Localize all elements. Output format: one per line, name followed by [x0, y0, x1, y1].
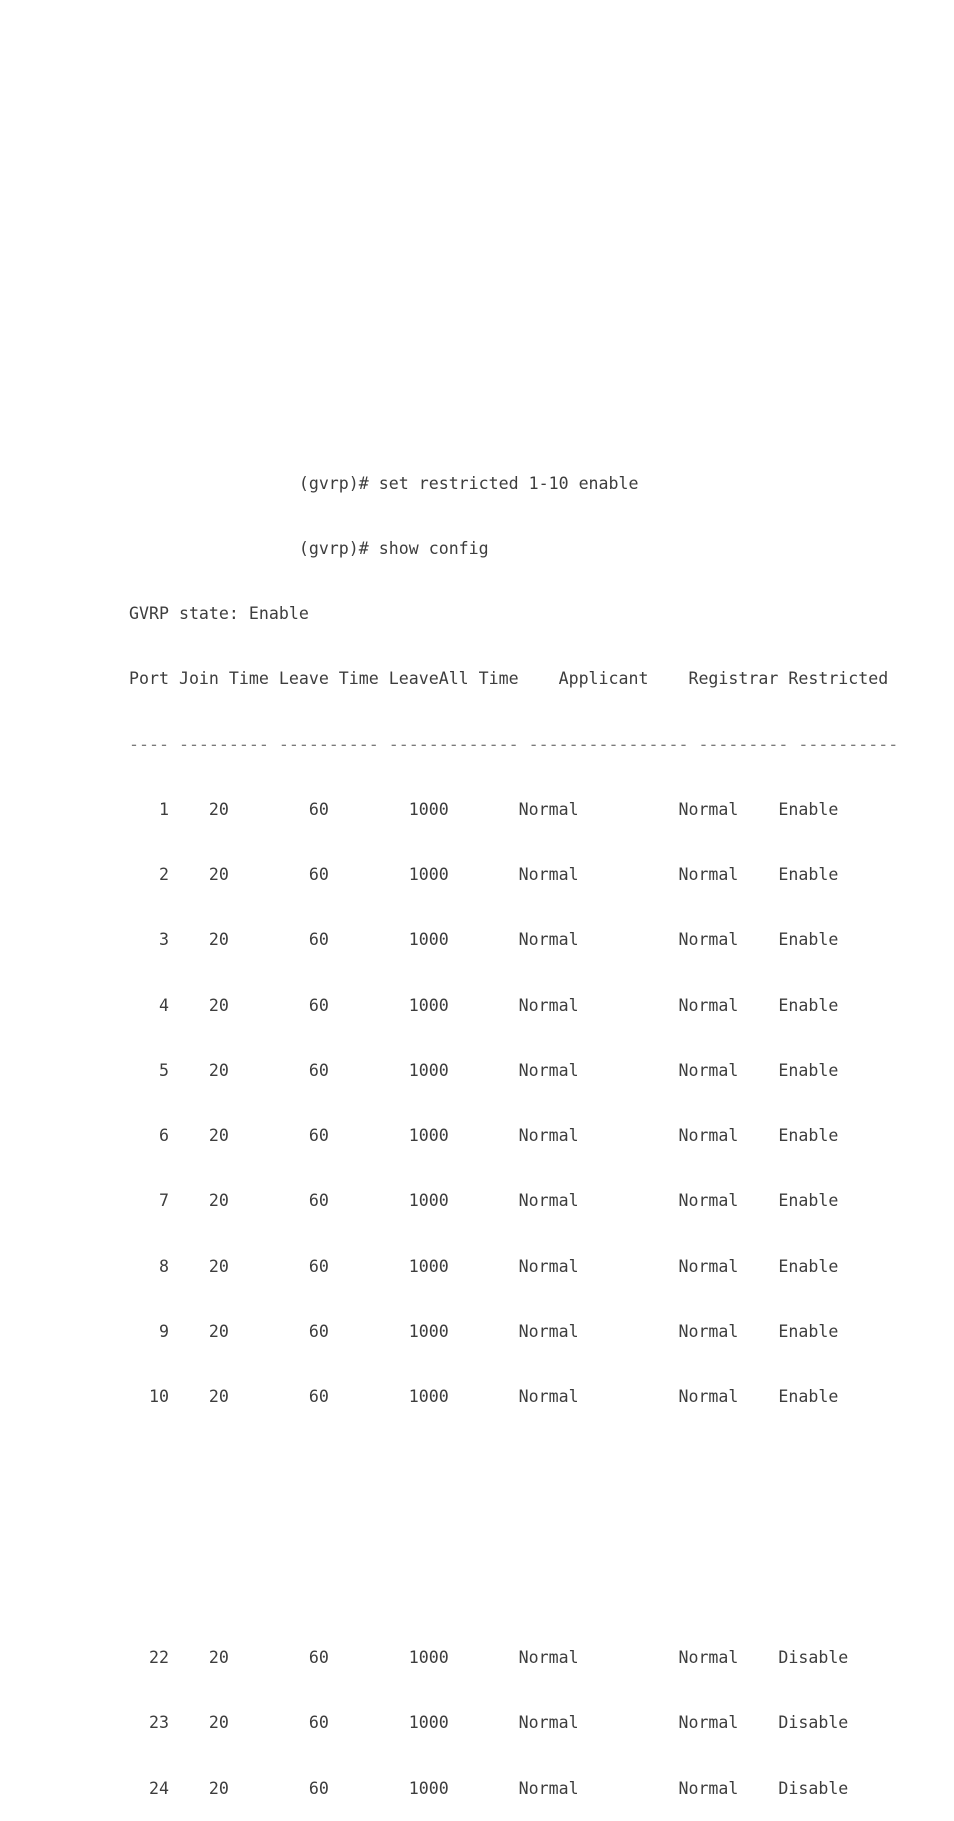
table-header-row: Port Join Time Leave Time LeaveAll Time …	[129, 669, 889, 689]
gvrp-state-line: GVRP state: Enable	[129, 604, 309, 623]
table-row: 6 20 60 1000 Normal Normal Enable	[129, 1126, 839, 1145]
table-row: 22 20 60 1000 Normal Normal Disable	[129, 1648, 849, 1667]
table-row: 8 20 60 1000 Normal Normal Enable	[129, 1256, 839, 1276]
table-row: 7 20 60 1000 Normal Normal Enable	[129, 1191, 839, 1211]
table-row: 4 20 60 1000 Normal Normal Enable	[129, 995, 839, 1015]
table-row: 1 20 60 1000 Normal Normal Enable	[129, 799, 839, 819]
terminal-output: (gvrp)# set restricted 1-10 enable (gvrp…	[129, 429, 898, 1821]
table-row: 23 20 60 1000 Normal Normal Disable	[129, 1713, 849, 1733]
table-row: 9 20 60 1000 Normal Normal Enable	[129, 1321, 839, 1341]
command-line-set-restricted[interactable]: (gvrp)# set restricted 1-10 enable	[129, 473, 898, 495]
table-row: 2 20 60 1000 Normal Normal Enable	[129, 865, 839, 884]
table-row: 3 20 60 1000 Normal Normal Enable	[129, 930, 839, 950]
table-row: 24 20 60 1000 Normal Normal Disable	[129, 1778, 849, 1798]
command-line-show-config[interactable]: (gvrp)# show config	[129, 538, 898, 560]
table-header-separator: ---- --------- ---------- ------------- …	[129, 734, 899, 754]
table-row: 10 20 60 1000 Normal Normal Enable	[129, 1387, 839, 1406]
table-row: 5 20 60 1000 Normal Normal Enable	[129, 1060, 839, 1080]
